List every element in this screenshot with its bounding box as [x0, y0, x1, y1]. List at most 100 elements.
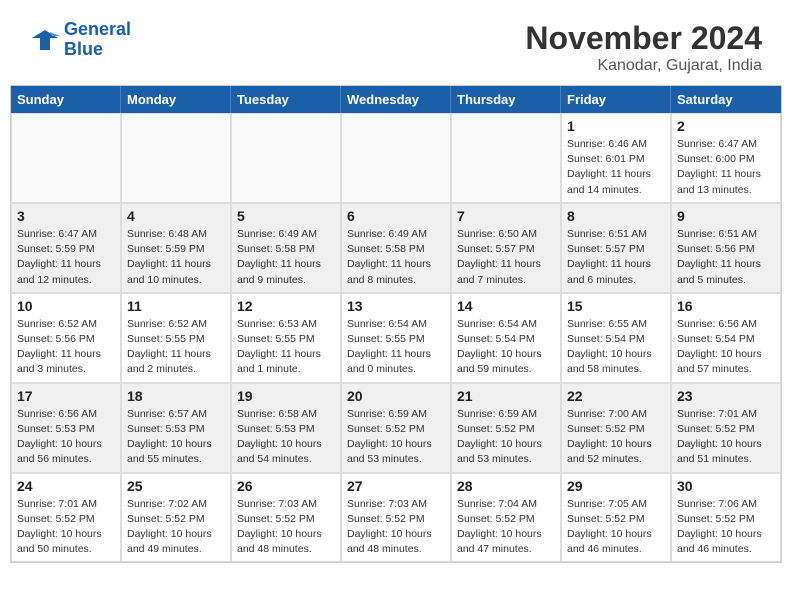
calendar-day: 5 Sunrise: 6:49 AMSunset: 5:58 PMDaylight…	[231, 203, 341, 293]
calendar-day: 16Sunrise: 6:56 AMSunset: 5:54 PMDayligh…	[671, 293, 781, 383]
calendar-day: 26 Sunrise: 7:03 AMSunset: 5:52 PMDayligh…	[231, 473, 341, 563]
calendar-day: 30 Sunrise: 7:06 AMSunset: 5:52 PMDayligh…	[671, 473, 781, 563]
day-info: Sunrise: 7:03 AMSunset: 5:52 PMDaylight:…	[237, 497, 335, 558]
calendar-day: 3 Sunrise: 6:47 AMSunset: 5:59 PMDaylight…	[11, 203, 121, 293]
day-number: 30	[677, 478, 775, 494]
day-number: 3	[17, 208, 115, 224]
calendar-day: 10 Sunrise: 6:52 AMSunset: 5:56 PMDayligh…	[11, 293, 121, 383]
day-number: 8	[567, 208, 665, 224]
weekday-header: Monday	[121, 86, 231, 113]
day-number: 29	[567, 478, 665, 494]
day-number: 27	[347, 478, 445, 494]
day-number: 17	[17, 388, 115, 404]
empty-cell	[341, 113, 451, 203]
calendar-day: 14Sunrise: 6:54 AMSunset: 5:54 PMDayligh…	[451, 293, 561, 383]
calendar-day: 28 Sunrise: 7:04 AMSunset: 5:52 PMDayligh…	[451, 473, 561, 563]
day-number: 2	[677, 118, 775, 134]
day-info: Sunrise: 6:57 AMSunset: 5:53 PMDaylight:…	[127, 407, 225, 468]
calendar-body: 1 Sunrise: 6:46 AMSunset: 6:01 PMDaylight…	[11, 113, 781, 562]
calendar-day: 1 Sunrise: 6:46 AMSunset: 6:01 PMDaylight…	[561, 113, 671, 203]
calendar-day: 22 Sunrise: 7:00 AMSunset: 5:52 PMDayligh…	[561, 383, 671, 473]
calendar-day: 4 Sunrise: 6:48 AMSunset: 5:59 PMDaylight…	[121, 203, 231, 293]
calendar-day: 23Sunrise: 7:01 AMSunset: 5:52 PMDayligh…	[671, 383, 781, 473]
calendar-day: 29 Sunrise: 7:05 AMSunset: 5:52 PMDayligh…	[561, 473, 671, 563]
day-info: Sunrise: 6:53 AMSunset: 5:55 PMDaylight:…	[237, 317, 335, 378]
day-info: Sunrise: 6:59 AMSunset: 5:52 PMDaylight:…	[347, 407, 445, 468]
day-number: 12	[237, 298, 335, 314]
day-number: 23	[677, 388, 775, 404]
calendar: SundayMondayTuesdayWednesdayThursdayFrid…	[10, 85, 782, 563]
day-number: 24	[17, 478, 115, 494]
day-info: Sunrise: 6:51 AMSunset: 5:56 PMDaylight:…	[677, 227, 775, 288]
calendar-day: 8 Sunrise: 6:51 AMSunset: 5:57 PMDaylight…	[561, 203, 671, 293]
day-number: 11	[127, 298, 225, 314]
day-info: Sunrise: 6:50 AMSunset: 5:57 PMDaylight:…	[457, 227, 555, 288]
logo-text: General Blue	[64, 20, 131, 60]
logo: General Blue	[30, 20, 131, 60]
calendar-day: 18 Sunrise: 6:57 AMSunset: 5:53 PMDayligh…	[121, 383, 231, 473]
day-info: Sunrise: 6:46 AMSunset: 6:01 PMDaylight:…	[567, 137, 665, 198]
day-info: Sunrise: 6:47 AMSunset: 5:59 PMDaylight:…	[17, 227, 115, 288]
day-number: 25	[127, 478, 225, 494]
day-number: 20	[347, 388, 445, 404]
day-number: 1	[567, 118, 665, 134]
day-info: Sunrise: 6:49 AMSunset: 5:58 PMDaylight:…	[237, 227, 335, 288]
day-number: 18	[127, 388, 225, 404]
weekday-header: Saturday	[671, 86, 781, 113]
weekday-header: Tuesday	[231, 86, 341, 113]
day-info: Sunrise: 7:05 AMSunset: 5:52 PMDaylight:…	[567, 497, 665, 558]
day-info: Sunrise: 6:55 AMSunset: 5:54 PMDaylight:…	[567, 317, 665, 378]
day-number: 5	[237, 208, 335, 224]
weekday-header: Wednesday	[341, 86, 451, 113]
weekday-header: Thursday	[451, 86, 561, 113]
calendar-day: 20 Sunrise: 6:59 AMSunset: 5:52 PMDayligh…	[341, 383, 451, 473]
day-info: Sunrise: 7:06 AMSunset: 5:52 PMDaylight:…	[677, 497, 775, 558]
day-info: Sunrise: 6:52 AMSunset: 5:56 PMDaylight:…	[17, 317, 115, 378]
calendar-day: 15Sunrise: 6:55 AMSunset: 5:54 PMDayligh…	[561, 293, 671, 383]
calendar-day: 19 Sunrise: 6:58 AMSunset: 5:53 PMDayligh…	[231, 383, 341, 473]
calendar-day: 17 Sunrise: 6:56 AMSunset: 5:53 PMDayligh…	[11, 383, 121, 473]
empty-cell	[11, 113, 121, 203]
day-info: Sunrise: 6:47 AMSunset: 6:00 PMDaylight:…	[677, 137, 775, 198]
day-info: Sunrise: 7:03 AMSunset: 5:52 PMDaylight:…	[347, 497, 445, 558]
day-info: Sunrise: 6:56 AMSunset: 5:53 PMDaylight:…	[17, 407, 115, 468]
day-info: Sunrise: 6:49 AMSunset: 5:58 PMDaylight:…	[347, 227, 445, 288]
day-number: 7	[457, 208, 555, 224]
calendar-header: SundayMondayTuesdayWednesdayThursdayFrid…	[11, 86, 781, 113]
page-header: General Blue November 2024 Kanodar, Guja…	[0, 0, 792, 85]
calendar-subtitle: Kanodar, Gujarat, India	[525, 57, 762, 75]
weekday-header: Sunday	[11, 86, 121, 113]
day-number: 10	[17, 298, 115, 314]
day-number: 26	[237, 478, 335, 494]
day-number: 28	[457, 478, 555, 494]
day-number: 19	[237, 388, 335, 404]
title-block: November 2024 Kanodar, Gujarat, India	[525, 20, 762, 75]
calendar-day: 13 Sunrise: 6:54 AMSunset: 5:55 PMDayligh…	[341, 293, 451, 383]
calendar-day: 7 Sunrise: 6:50 AMSunset: 5:57 PMDaylight…	[451, 203, 561, 293]
day-number: 21	[457, 388, 555, 404]
day-number: 4	[127, 208, 225, 224]
day-info: Sunrise: 6:48 AMSunset: 5:59 PMDaylight:…	[127, 227, 225, 288]
calendar-title: November 2024	[525, 20, 762, 57]
day-info: Sunrise: 6:52 AMSunset: 5:55 PMDaylight:…	[127, 317, 225, 378]
calendar-day: 24 Sunrise: 7:01 AMSunset: 5:52 PMDayligh…	[11, 473, 121, 563]
calendar-day: 2 Sunrise: 6:47 AMSunset: 6:00 PMDaylight…	[671, 113, 781, 203]
calendar-day: 25 Sunrise: 7:02 AMSunset: 5:52 PMDayligh…	[121, 473, 231, 563]
day-info: Sunrise: 6:51 AMSunset: 5:57 PMDaylight:…	[567, 227, 665, 288]
day-info: Sunrise: 7:02 AMSunset: 5:52 PMDaylight:…	[127, 497, 225, 558]
day-number: 22	[567, 388, 665, 404]
calendar-day: 12 Sunrise: 6:53 AMSunset: 5:55 PMDayligh…	[231, 293, 341, 383]
day-info: Sunrise: 7:01 AMSunset: 5:52 PMDaylight:…	[17, 497, 115, 558]
day-info: Sunrise: 6:58 AMSunset: 5:53 PMDaylight:…	[237, 407, 335, 468]
day-number: 13	[347, 298, 445, 314]
day-info: Sunrise: 6:54 AMSunset: 5:55 PMDaylight:…	[347, 317, 445, 378]
weekday-header: Friday	[561, 86, 671, 113]
calendar-day: 6 Sunrise: 6:49 AMSunset: 5:58 PMDaylight…	[341, 203, 451, 293]
day-number: 6	[347, 208, 445, 224]
day-info: Sunrise: 6:56 AMSunset: 5:54 PMDaylight:…	[677, 317, 775, 378]
day-info: Sunrise: 7:00 AMSunset: 5:52 PMDaylight:…	[567, 407, 665, 468]
day-info: Sunrise: 7:04 AMSunset: 5:52 PMDaylight:…	[457, 497, 555, 558]
empty-cell	[451, 113, 561, 203]
calendar-day: 27 Sunrise: 7:03 AMSunset: 5:52 PMDayligh…	[341, 473, 451, 563]
day-info: Sunrise: 6:54 AMSunset: 5:54 PMDaylight:…	[457, 317, 555, 378]
